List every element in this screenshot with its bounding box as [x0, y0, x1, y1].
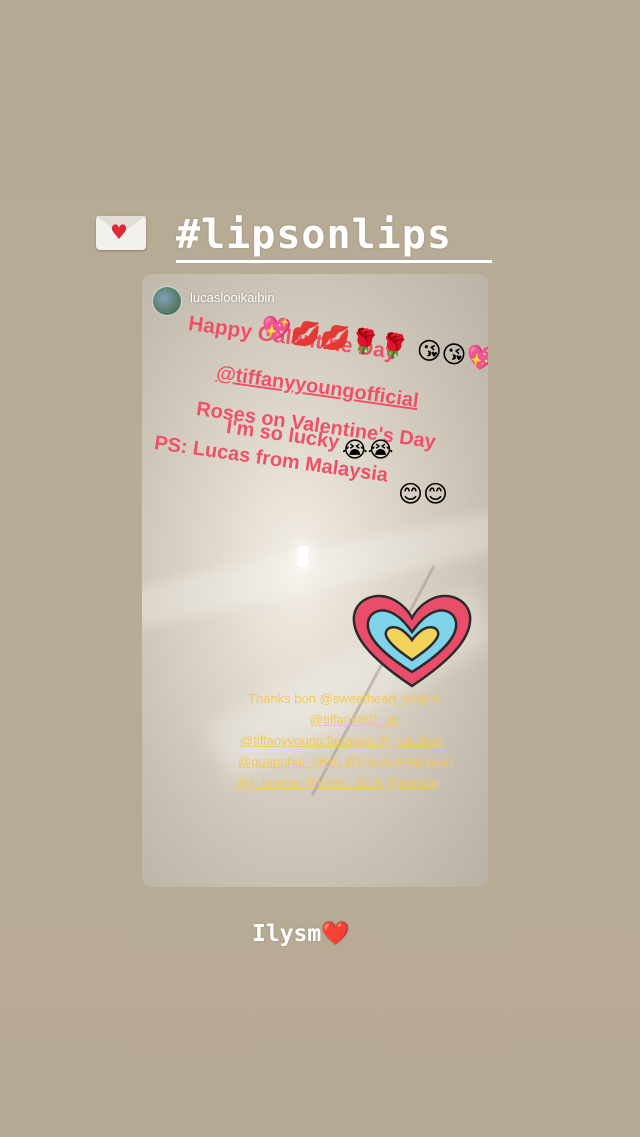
thanks-line-1[interactable]: Thanks bon @sweetheart_stephi — [234, 688, 488, 709]
thanks-line-5[interactable]: @jj_lowww @yzlan_1116 @pertalo — [234, 772, 488, 793]
avatar[interactable] — [152, 286, 182, 316]
love-letter-icon: ♥ — [96, 216, 146, 250]
shared-story-card[interactable]: lucaslooikaibin Happy Galentine Day 💖💋💋🌹… — [142, 274, 488, 887]
thanks-line-2[interactable]: @tiffany801_gg — [234, 709, 488, 730]
emoji-row-1: 💖💋💋🌹🌹 😘😘💖 — [259, 313, 488, 375]
thanks-line-4[interactable]: @guanghui_0610 @hyoyeontaeyeon — [234, 751, 488, 772]
thanks-mentions: Thanks bon @sweetheart_stephi @tiffany80… — [234, 688, 488, 793]
caption-text: Ilysm — [252, 921, 322, 947]
username[interactable]: lucaslooikaibin — [190, 290, 275, 305]
heart-sticker — [352, 594, 472, 688]
story-caption: Ilysm❤️ — [252, 920, 350, 947]
emoji-row-4: 😊😊 — [398, 480, 449, 508]
thanks-line-3[interactable]: @tiffanyyoung.fanpage @_wei.han — [234, 730, 488, 751]
hashtag-underline — [176, 260, 492, 263]
red-heart-icon: ❤️ — [321, 921, 350, 947]
hashtag-header: ♥ #lipsonlips — [92, 206, 512, 266]
hashtag-text[interactable]: #lipsonlips — [176, 212, 452, 258]
ceiling-light — [298, 546, 308, 566]
story-screen: ♥ #lipsonlips lucaslooikaibin Happy Gale… — [0, 0, 640, 1137]
